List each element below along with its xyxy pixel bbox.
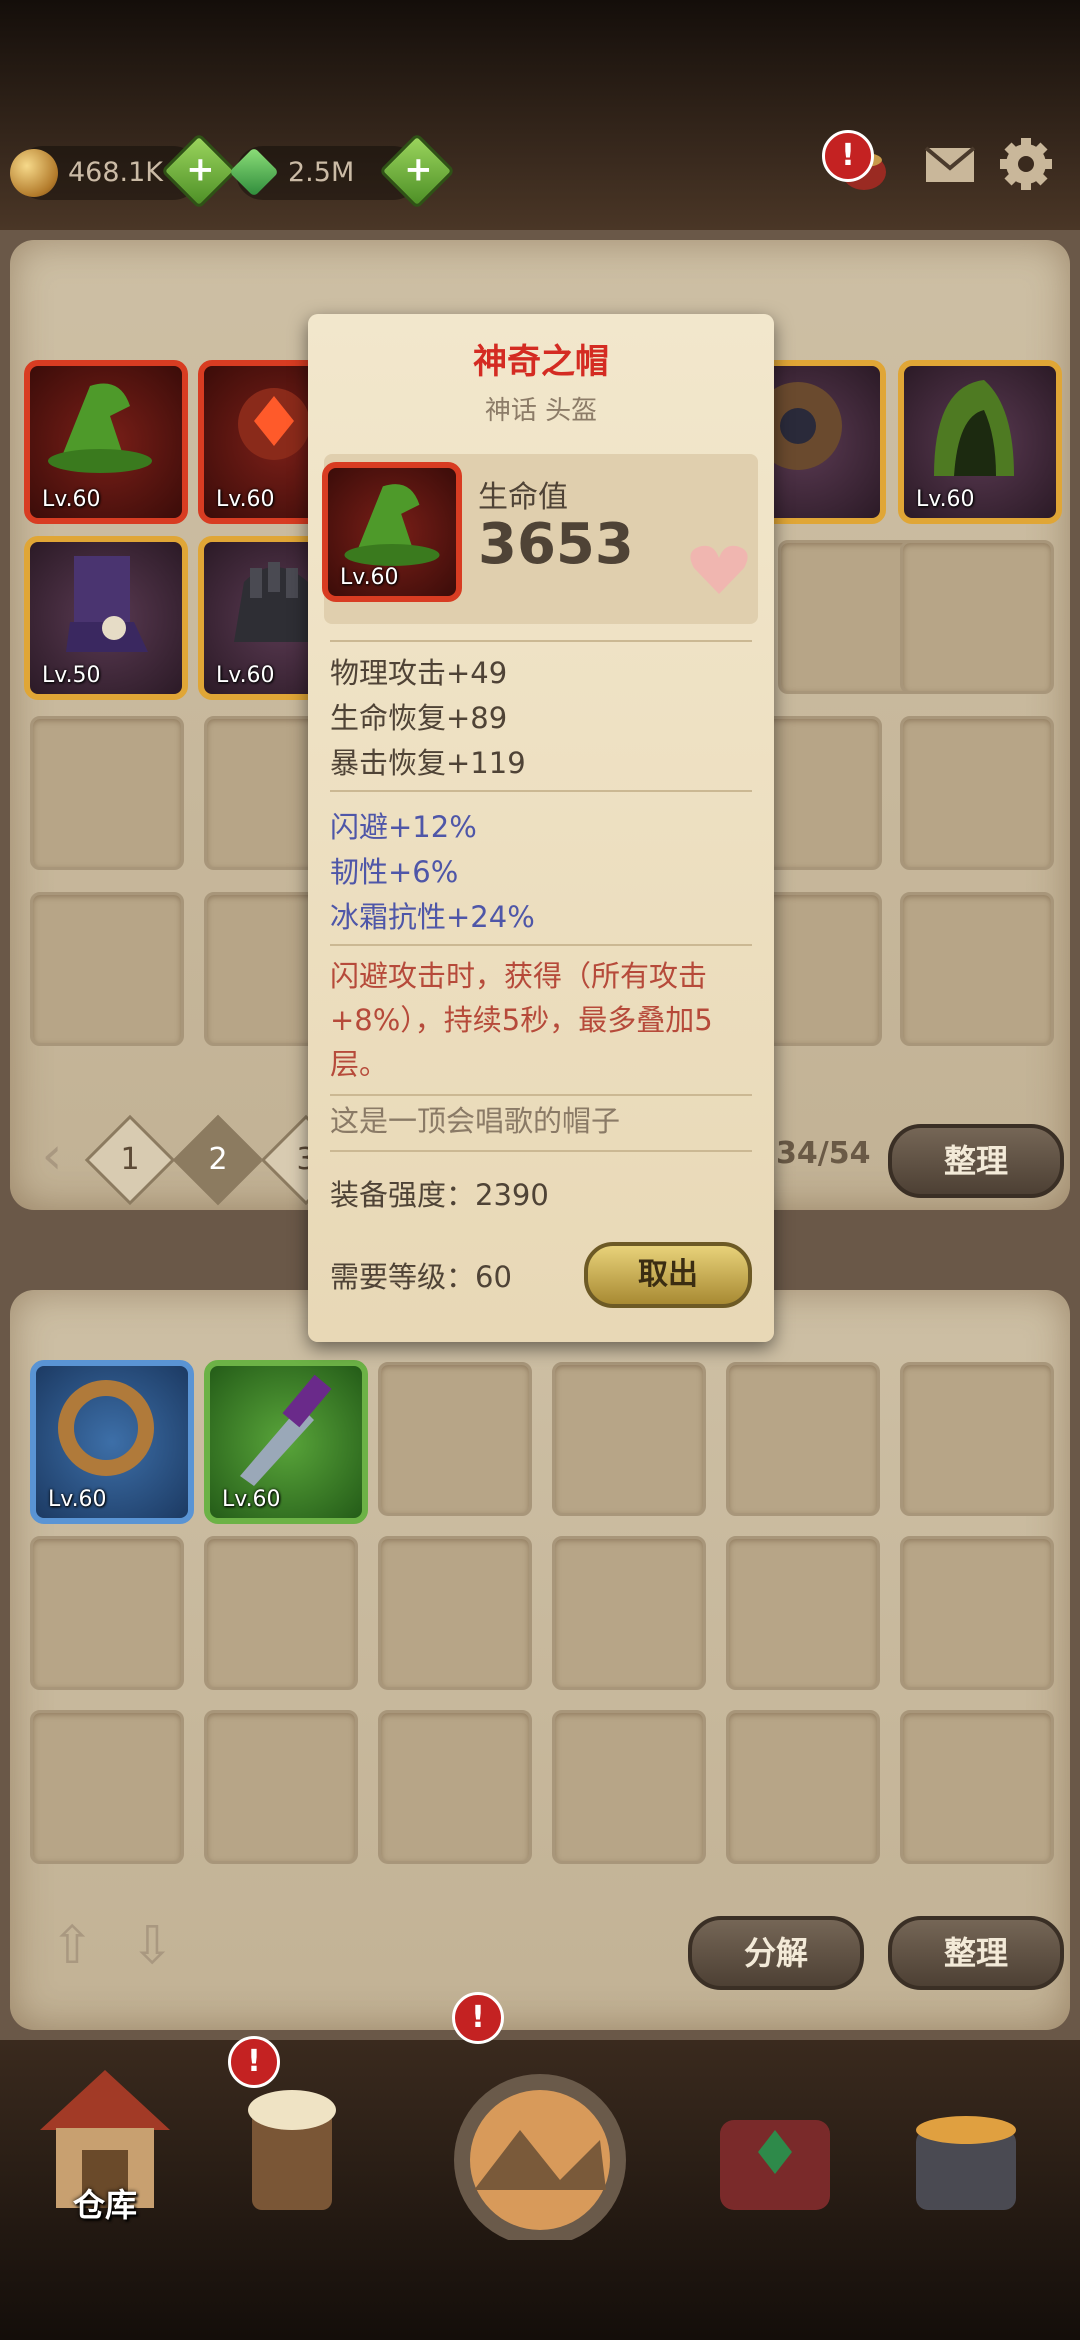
prev-page-icon[interactable]: ‹ [24,1128,80,1184]
wizard-hat-icon [344,484,440,566]
capacity-count: 34/54 [776,1136,871,1171]
empty-slot[interactable] [900,716,1054,870]
base-stat: 物理攻击+49 [330,656,508,690]
gold-amount: 468.1K [68,157,164,188]
page-number: 1 [120,1142,140,1177]
arrow-up-icon[interactable]: ⇧ [44,1918,100,1974]
empty-slot[interactable] [204,1536,358,1690]
nav-adventure-badge: ! [452,1992,504,2044]
ring-icon [58,1380,154,1476]
item-level: Lv.60 [216,663,275,688]
main-stat-label: 生命值 [478,480,568,515]
item-portrait: Lv.60 [322,462,462,602]
heart-icon [690,545,748,594]
empty-slot[interactable] [378,1362,532,1516]
item-level: Lv.60 [340,565,399,590]
main-stat-box: Lv.60 生命值 3653 [322,454,758,624]
equipped-item[interactable]: Lv.60 [24,360,188,524]
item-level: Lv.50 [42,663,101,688]
divider [330,944,752,946]
base-stat: 暴击恢复+119 [330,746,526,780]
bonus-stat: 韧性+6% [330,855,459,889]
nav-forge[interactable] [880,2040,1050,2240]
empty-slot[interactable] [900,540,1054,694]
nav-tavern-badge: ! [228,2036,280,2088]
alert-badge: ! [822,130,874,182]
gear-icon[interactable] [996,134,1056,194]
empty-slot[interactable] [726,1710,880,1864]
divider [330,640,752,642]
portal-icon [454,2074,626,2246]
flavor-text: 这是一顶会唱歌的帽子 [330,1104,621,1138]
bonus-stat: 冰霜抗性+24% [330,900,535,934]
empty-slot[interactable] [378,1710,532,1864]
storage-item[interactable]: Lv.60 [30,1360,194,1524]
item-level: Lv.60 [48,1487,107,1512]
empty-slot[interactable] [900,892,1054,1046]
green-hood-icon [934,380,1014,476]
empty-slot[interactable] [204,1710,358,1864]
item-name: 神奇之帽 [473,342,609,382]
empty-slot[interactable] [30,892,184,1046]
base-stat: 生命恢复+89 [330,701,508,735]
decompose-button[interactable]: 分解 [688,1916,864,1990]
empty-slot[interactable] [552,1362,706,1516]
item-level: Lv.60 [42,487,101,512]
nav-warehouse-label: 仓库 [72,2186,137,2224]
storage-item[interactable]: Lv.60 [204,1360,368,1524]
gold-coin-icon [10,149,58,197]
forge-barrel-icon [916,2116,1016,2210]
mail-icon[interactable] [920,134,980,194]
empty-slot[interactable] [726,1536,880,1690]
empty-slot[interactable] [900,1362,1054,1516]
divider [330,1150,752,1152]
empty-slot[interactable] [30,1710,184,1864]
wizard-hat-icon [48,383,152,473]
nav-chest[interactable] [690,2040,860,2240]
dagger-icon [240,1374,332,1486]
required-level: 需要等级：60 [330,1260,512,1294]
sort-button[interactable]: 整理 [888,1124,1064,1198]
page-number: 2 [208,1142,228,1177]
nav-adventure[interactable] [420,2040,660,2246]
gem-amount: 2.5M [288,157,355,188]
divider [330,1094,752,1096]
sort-storage-button[interactable]: 整理 [888,1916,1064,1990]
nav-warehouse[interactable]: 仓库 [20,2040,190,2240]
equipped-item[interactable]: Lv.50 [24,536,188,700]
empty-slot[interactable] [552,1710,706,1864]
arrow-down-icon[interactable]: ⇩ [124,1918,180,1974]
empty-slot[interactable] [552,1536,706,1690]
item-type: 神话 头盔 [484,396,598,426]
empty-slot[interactable] [378,1536,532,1690]
treasure-chest-icon [720,2120,830,2210]
divider [330,790,752,792]
empty-slot[interactable] [30,1536,184,1690]
main-stat-value: 3653 [478,512,634,577]
empty-slot[interactable] [900,1710,1054,1864]
take-out-button[interactable]: 取出 [584,1242,752,1308]
bonus-stat: 闪避+12% [330,810,477,844]
item-level: Lv.60 [916,487,975,512]
purple-boot-icon [66,556,148,652]
empty-slot[interactable] [726,1362,880,1516]
item-power: 装备强度：2390 [330,1178,549,1212]
item-level: Lv.60 [222,1487,281,1512]
item-tooltip: 神奇之帽 神话 头盔 Lv.60 生命值 3653 物理攻击+49 生命恢复+8… [308,314,774,1342]
special-effect: 闪避攻击时，获得（所有攻击+8%），持续5秒，最多叠加5层。 [330,959,713,1081]
empty-slot[interactable] [900,1536,1054,1690]
empty-slot[interactable] [30,716,184,870]
equipped-item[interactable]: Lv.60 [898,360,1062,524]
item-level: Lv.60 [216,487,275,512]
